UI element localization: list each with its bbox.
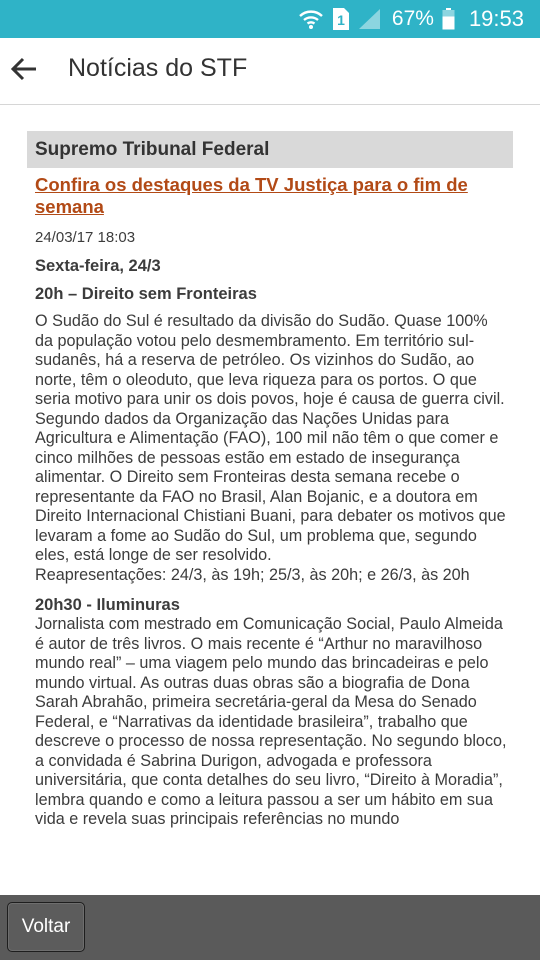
page-title: Notícias do STF bbox=[68, 54, 248, 82]
article-title-link[interactable]: Confira os destaques da TV Justiça para … bbox=[35, 174, 507, 218]
program-heading: 20h – Direito sem Fronteiras bbox=[35, 285, 257, 303]
svg-text:1: 1 bbox=[337, 12, 345, 28]
back-button[interactable] bbox=[0, 47, 48, 95]
sim-icon: 1 bbox=[332, 7, 350, 31]
app-bar: Notícias do STF bbox=[0, 38, 540, 105]
section-header: Supremo Tribunal Federal bbox=[27, 131, 513, 168]
status-bar: 1 67% 19:53 bbox=[0, 0, 540, 38]
program-heading: 20h30 - Iluminuras bbox=[35, 596, 180, 614]
clock: 19:53 bbox=[468, 6, 524, 31]
battery-icon bbox=[442, 8, 455, 30]
news-article: Confira os destaques da TV Justiça para … bbox=[35, 173, 507, 830]
battery-percent: 67% bbox=[391, 7, 434, 30]
signal-icon bbox=[358, 8, 382, 30]
news-content[interactable]: Supremo Tribunal Federal Confira os dest… bbox=[0, 105, 540, 895]
article-date: 24/03/17 18:03 bbox=[35, 229, 136, 246]
program-description: Jornalista com mestrado em Comunicação S… bbox=[35, 615, 507, 828]
arrow-left-icon bbox=[10, 55, 38, 87]
day-heading: Sexta-feira, 24/3 bbox=[35, 257, 161, 275]
bottom-bar: Voltar bbox=[0, 895, 540, 960]
program-reruns: Reapresentações: 24/3, às 19h; 25/3, às … bbox=[35, 565, 470, 584]
voltar-button[interactable]: Voltar bbox=[7, 902, 85, 952]
wifi-icon bbox=[298, 8, 324, 30]
program-description: O Sudão do Sul é resultado da divisão do… bbox=[35, 312, 506, 564]
